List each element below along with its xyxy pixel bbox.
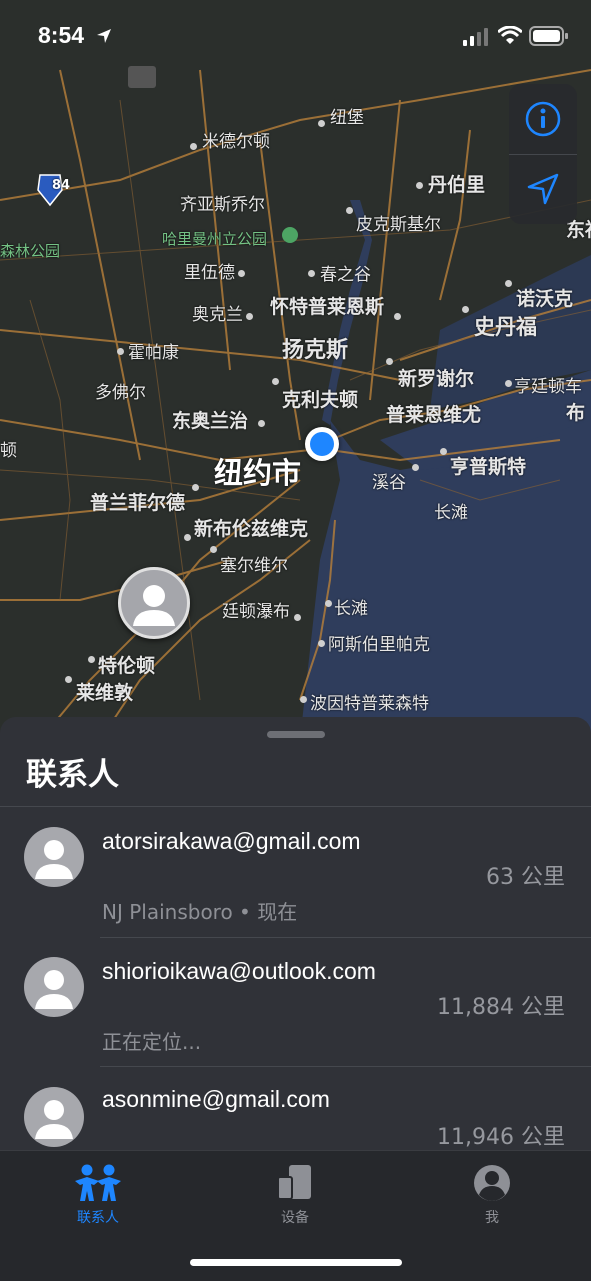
tab-label: 我 xyxy=(485,1210,499,1226)
map-label-long-beach: 长滩 xyxy=(434,503,468,523)
map-label-norwalk: 诺沃克 xyxy=(516,288,574,310)
person-circle-icon xyxy=(474,1165,510,1201)
contact-distance: 11,884 公里 xyxy=(437,995,565,1020)
contact-email: asonmine@gmail.com xyxy=(102,1086,330,1112)
highway-shield-label: 84 xyxy=(52,178,71,193)
map-label-danbury: 丹伯里 xyxy=(428,174,486,196)
map-label-spring-valley: 春之谷 xyxy=(320,265,371,285)
contact-location-line: NJ Plainsboro • 现在 xyxy=(102,900,298,924)
location-services-icon xyxy=(97,29,111,43)
person-silhouette-icon xyxy=(133,585,175,626)
contact-distance: 63 公里 xyxy=(486,865,565,890)
contact-location: NJ Plainsboro xyxy=(102,900,233,924)
map-label-huntington: 亨廷顿车 xyxy=(514,377,582,397)
people-icon xyxy=(75,1164,121,1201)
tab-label: 设备 xyxy=(281,1210,309,1226)
status-time: 8:54 xyxy=(38,22,85,48)
map-label-point-pleasant: 波因特普莱森特 xyxy=(310,694,429,714)
tab-people[interactable]: 联系人 xyxy=(38,1161,158,1231)
tab-devices[interactable]: 设备 xyxy=(235,1161,355,1231)
map-label-left-edge: 顿 xyxy=(0,441,17,461)
avatar xyxy=(24,1087,84,1147)
info-icon xyxy=(525,101,561,137)
person-silhouette-icon xyxy=(35,1100,73,1139)
wifi-icon xyxy=(498,26,522,44)
map-label-ramapo: 里伍德 xyxy=(184,263,235,283)
map-label-valley-stream: 溪谷 xyxy=(372,473,406,493)
my-location-dot[interactable] xyxy=(305,427,339,461)
map-label-hempstead2: 亨普斯特 xyxy=(450,456,527,478)
map-label-clifton: 克利夫顿 xyxy=(282,389,359,411)
status-bar: 8:54 xyxy=(0,0,591,70)
map-label-new-rochelle: 新罗谢尔 xyxy=(398,368,475,390)
map-label-long-branch: 长滩 xyxy=(334,599,368,619)
info-button[interactable] xyxy=(509,84,577,154)
friend-map-pin[interactable] xyxy=(118,567,190,639)
locate-me-button[interactable] xyxy=(509,154,577,224)
map-label-hopatcong: 霍帕康 xyxy=(128,343,179,363)
map-label-port-jervis: 齐亚斯乔尔 xyxy=(180,195,265,215)
contact-row[interactable]: shioriоikawa@outlook.com 正在定位... 11,884 … xyxy=(0,937,591,1067)
map-label-yonkers: 扬克斯 xyxy=(282,338,349,363)
avatar xyxy=(24,957,84,1017)
person-silhouette-icon xyxy=(35,970,73,1009)
map-label-sayreville: 塞尔维尔 xyxy=(220,556,288,576)
map-label-new-brunswick: 新布伦兹维克 xyxy=(194,518,309,540)
contact-time: 现在 xyxy=(257,900,298,924)
devices-icon xyxy=(277,1165,311,1200)
map-label-east-orange: 东奥兰治 xyxy=(172,410,249,432)
sheet-grabber[interactable] xyxy=(267,731,325,738)
map-label-edge-right: 布 xyxy=(566,402,586,424)
map-label-middletown: 米德尔顿 xyxy=(202,132,270,152)
map-label-dover: 多佛尔 xyxy=(95,383,146,403)
home-indicator[interactable] xyxy=(190,1259,402,1266)
map-label-stamford: 史丹福 xyxy=(474,315,537,339)
contact-status: 正在定位... xyxy=(102,1030,202,1054)
contact-email: shioriоikawa@outlook.com xyxy=(102,958,376,984)
tab-label: 联系人 xyxy=(77,1210,119,1226)
map-label-lawrenceville: 莱维敦 xyxy=(76,682,134,704)
map-label-peekskill: 皮克斯基尔 xyxy=(356,215,441,235)
tab-me[interactable]: 我 xyxy=(432,1161,552,1231)
contact-distance: 11,946 公里 xyxy=(437,1125,565,1150)
map-terrain xyxy=(0,66,591,740)
map-view[interactable]: 84 纽堡 米德尔顿 丹伯里 齐亚斯乔尔 哈里曼州立公园 皮克斯基尔 里伍德 春… xyxy=(0,0,591,740)
contact-email: atorsirakawa@gmail.com xyxy=(102,828,361,854)
map-label-trenton: 特伦顿 xyxy=(98,655,156,677)
map-label-asbury: 阿斯伯里帕克 xyxy=(328,635,430,655)
map-label-oakland: 奥克兰 xyxy=(192,305,243,325)
map-label-newburgh: 纽堡 xyxy=(330,108,364,128)
map-label-hempstead: 普莱恩维尤 xyxy=(386,404,482,426)
person-silhouette-icon xyxy=(35,840,73,879)
map-label-forest: 森林公园 xyxy=(0,242,61,260)
map-label-staten: 廷顿瀑布 xyxy=(222,602,290,622)
contact-row[interactable]: atorsirakawa@gmail.com NJ Plainsboro • 现… xyxy=(0,807,591,937)
map-label-plainfield: 普兰菲尔德 xyxy=(90,492,186,514)
cellular-signal-icon xyxy=(463,28,488,46)
battery-icon xyxy=(529,26,568,46)
location-arrow-icon xyxy=(527,173,559,205)
map-label-nyc: 纽约市 xyxy=(214,456,302,490)
sheet-title: 联系人 xyxy=(26,757,119,793)
map-controls xyxy=(509,84,577,224)
map-label-harriman-park: 哈里曼州立公园 xyxy=(162,230,268,248)
avatar xyxy=(24,827,84,887)
map-label-white-plains: 怀特普莱恩斯 xyxy=(270,296,385,318)
park-icon xyxy=(282,227,298,243)
